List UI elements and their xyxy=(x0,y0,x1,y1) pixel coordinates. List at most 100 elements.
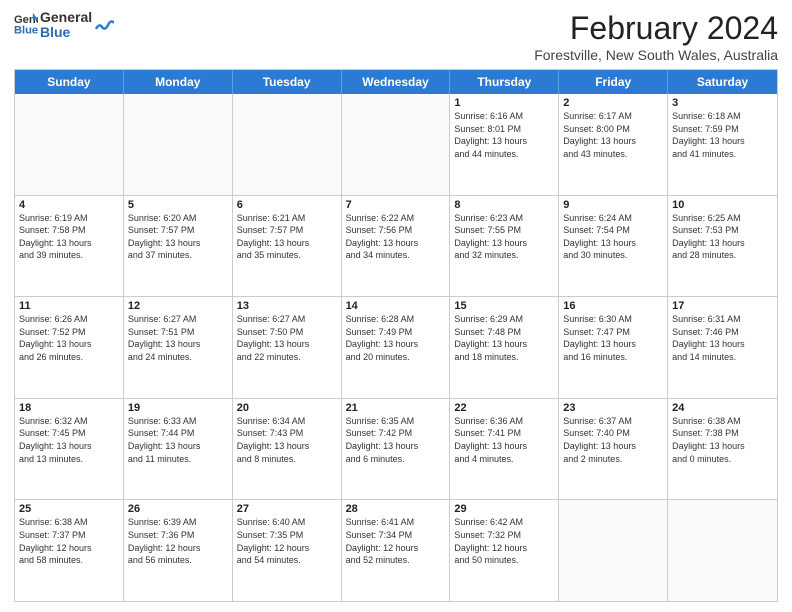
day-number: 19 xyxy=(128,402,228,414)
day-number: 15 xyxy=(454,300,554,312)
calendar-week-2: 4Sunrise: 6:19 AMSunset: 7:58 PMDaylight… xyxy=(15,196,777,298)
day-number: 11 xyxy=(19,300,119,312)
title-block: February 2024 Forestville, New South Wal… xyxy=(534,10,778,63)
day-number: 4 xyxy=(19,199,119,211)
logo-icon: General Blue xyxy=(14,11,38,35)
header-day-tuesday: Tuesday xyxy=(233,70,342,94)
day-info: Sunrise: 6:29 AMSunset: 7:48 PMDaylight:… xyxy=(454,313,554,363)
day-number: 16 xyxy=(563,300,663,312)
logo: General Blue General Blue xyxy=(14,10,114,41)
day-number: 18 xyxy=(19,402,119,414)
day-number: 25 xyxy=(19,503,119,515)
day-number: 8 xyxy=(454,199,554,211)
calendar-day-20: 20Sunrise: 6:34 AMSunset: 7:43 PMDayligh… xyxy=(233,399,342,500)
day-info: Sunrise: 6:28 AMSunset: 7:49 PMDaylight:… xyxy=(346,313,446,363)
day-number: 24 xyxy=(672,402,773,414)
calendar-day-6: 6Sunrise: 6:21 AMSunset: 7:57 PMDaylight… xyxy=(233,196,342,297)
day-info: Sunrise: 6:41 AMSunset: 7:34 PMDaylight:… xyxy=(346,516,446,566)
day-number: 29 xyxy=(454,503,554,515)
calendar-day-27: 27Sunrise: 6:40 AMSunset: 7:35 PMDayligh… xyxy=(233,500,342,601)
calendar-day-empty xyxy=(124,94,233,195)
calendar-day-11: 11Sunrise: 6:26 AMSunset: 7:52 PMDayligh… xyxy=(15,297,124,398)
day-number: 1 xyxy=(454,97,554,109)
day-number: 20 xyxy=(237,402,337,414)
day-info: Sunrise: 6:36 AMSunset: 7:41 PMDaylight:… xyxy=(454,415,554,465)
day-number: 9 xyxy=(563,199,663,211)
calendar-day-empty xyxy=(233,94,342,195)
day-info: Sunrise: 6:19 AMSunset: 7:58 PMDaylight:… xyxy=(19,212,119,262)
calendar-day-empty xyxy=(668,500,777,601)
header-day-saturday: Saturday xyxy=(668,70,777,94)
calendar-day-9: 9Sunrise: 6:24 AMSunset: 7:54 PMDaylight… xyxy=(559,196,668,297)
calendar-day-4: 4Sunrise: 6:19 AMSunset: 7:58 PMDaylight… xyxy=(15,196,124,297)
calendar-day-5: 5Sunrise: 6:20 AMSunset: 7:57 PMDaylight… xyxy=(124,196,233,297)
day-number: 23 xyxy=(563,402,663,414)
calendar-header-row: SundayMondayTuesdayWednesdayThursdayFrid… xyxy=(15,70,777,94)
calendar-day-23: 23Sunrise: 6:37 AMSunset: 7:40 PMDayligh… xyxy=(559,399,668,500)
calendar: SundayMondayTuesdayWednesdayThursdayFrid… xyxy=(14,69,778,602)
day-number: 13 xyxy=(237,300,337,312)
calendar-day-13: 13Sunrise: 6:27 AMSunset: 7:50 PMDayligh… xyxy=(233,297,342,398)
calendar-day-empty xyxy=(15,94,124,195)
day-info: Sunrise: 6:26 AMSunset: 7:52 PMDaylight:… xyxy=(19,313,119,363)
day-number: 17 xyxy=(672,300,773,312)
day-info: Sunrise: 6:23 AMSunset: 7:55 PMDaylight:… xyxy=(454,212,554,262)
day-info: Sunrise: 6:32 AMSunset: 7:45 PMDaylight:… xyxy=(19,415,119,465)
calendar-day-19: 19Sunrise: 6:33 AMSunset: 7:44 PMDayligh… xyxy=(124,399,233,500)
header-day-friday: Friday xyxy=(559,70,668,94)
month-year-title: February 2024 xyxy=(534,10,778,47)
calendar-day-28: 28Sunrise: 6:41 AMSunset: 7:34 PMDayligh… xyxy=(342,500,451,601)
header-day-wednesday: Wednesday xyxy=(342,70,451,94)
day-info: Sunrise: 6:27 AMSunset: 7:50 PMDaylight:… xyxy=(237,313,337,363)
calendar-day-1: 1Sunrise: 6:16 AMSunset: 8:01 PMDaylight… xyxy=(450,94,559,195)
calendar-day-29: 29Sunrise: 6:42 AMSunset: 7:32 PMDayligh… xyxy=(450,500,559,601)
day-info: Sunrise: 6:31 AMSunset: 7:46 PMDaylight:… xyxy=(672,313,773,363)
calendar-day-14: 14Sunrise: 6:28 AMSunset: 7:49 PMDayligh… xyxy=(342,297,451,398)
calendar-day-22: 22Sunrise: 6:36 AMSunset: 7:41 PMDayligh… xyxy=(450,399,559,500)
header-day-sunday: Sunday xyxy=(15,70,124,94)
day-number: 5 xyxy=(128,199,228,211)
day-number: 27 xyxy=(237,503,337,515)
logo-blue-text: Blue xyxy=(40,25,92,40)
day-info: Sunrise: 6:27 AMSunset: 7:51 PMDaylight:… xyxy=(128,313,228,363)
calendar-day-18: 18Sunrise: 6:32 AMSunset: 7:45 PMDayligh… xyxy=(15,399,124,500)
location-subtitle: Forestville, New South Wales, Australia xyxy=(534,47,778,63)
day-number: 26 xyxy=(128,503,228,515)
day-number: 12 xyxy=(128,300,228,312)
day-info: Sunrise: 6:17 AMSunset: 8:00 PMDaylight:… xyxy=(563,110,663,160)
day-info: Sunrise: 6:38 AMSunset: 7:37 PMDaylight:… xyxy=(19,516,119,566)
calendar-day-15: 15Sunrise: 6:29 AMSunset: 7:48 PMDayligh… xyxy=(450,297,559,398)
day-number: 10 xyxy=(672,199,773,211)
calendar-week-4: 18Sunrise: 6:32 AMSunset: 7:45 PMDayligh… xyxy=(15,399,777,501)
calendar-day-7: 7Sunrise: 6:22 AMSunset: 7:56 PMDaylight… xyxy=(342,196,451,297)
day-number: 6 xyxy=(237,199,337,211)
calendar-day-21: 21Sunrise: 6:35 AMSunset: 7:42 PMDayligh… xyxy=(342,399,451,500)
header-day-monday: Monday xyxy=(124,70,233,94)
day-number: 7 xyxy=(346,199,446,211)
logo-general-text: General xyxy=(40,10,92,25)
header-day-thursday: Thursday xyxy=(450,70,559,94)
day-number: 28 xyxy=(346,503,446,515)
calendar-day-26: 26Sunrise: 6:39 AMSunset: 7:36 PMDayligh… xyxy=(124,500,233,601)
day-info: Sunrise: 6:37 AMSunset: 7:40 PMDaylight:… xyxy=(563,415,663,465)
day-info: Sunrise: 6:20 AMSunset: 7:57 PMDaylight:… xyxy=(128,212,228,262)
calendar-day-2: 2Sunrise: 6:17 AMSunset: 8:00 PMDaylight… xyxy=(559,94,668,195)
calendar-day-10: 10Sunrise: 6:25 AMSunset: 7:53 PMDayligh… xyxy=(668,196,777,297)
day-info: Sunrise: 6:34 AMSunset: 7:43 PMDaylight:… xyxy=(237,415,337,465)
day-info: Sunrise: 6:33 AMSunset: 7:44 PMDaylight:… xyxy=(128,415,228,465)
day-info: Sunrise: 6:40 AMSunset: 7:35 PMDaylight:… xyxy=(237,516,337,566)
day-info: Sunrise: 6:39 AMSunset: 7:36 PMDaylight:… xyxy=(128,516,228,566)
calendar-body: 1Sunrise: 6:16 AMSunset: 8:01 PMDaylight… xyxy=(15,94,777,601)
page: General Blue General Blue February 2024 … xyxy=(0,0,792,612)
calendar-day-8: 8Sunrise: 6:23 AMSunset: 7:55 PMDaylight… xyxy=(450,196,559,297)
day-info: Sunrise: 6:35 AMSunset: 7:42 PMDaylight:… xyxy=(346,415,446,465)
svg-text:Blue: Blue xyxy=(14,24,38,35)
calendar-day-17: 17Sunrise: 6:31 AMSunset: 7:46 PMDayligh… xyxy=(668,297,777,398)
day-number: 3 xyxy=(672,97,773,109)
calendar-week-5: 25Sunrise: 6:38 AMSunset: 7:37 PMDayligh… xyxy=(15,500,777,601)
calendar-day-empty xyxy=(342,94,451,195)
day-info: Sunrise: 6:42 AMSunset: 7:32 PMDaylight:… xyxy=(454,516,554,566)
day-number: 22 xyxy=(454,402,554,414)
day-number: 14 xyxy=(346,300,446,312)
day-info: Sunrise: 6:18 AMSunset: 7:59 PMDaylight:… xyxy=(672,110,773,160)
